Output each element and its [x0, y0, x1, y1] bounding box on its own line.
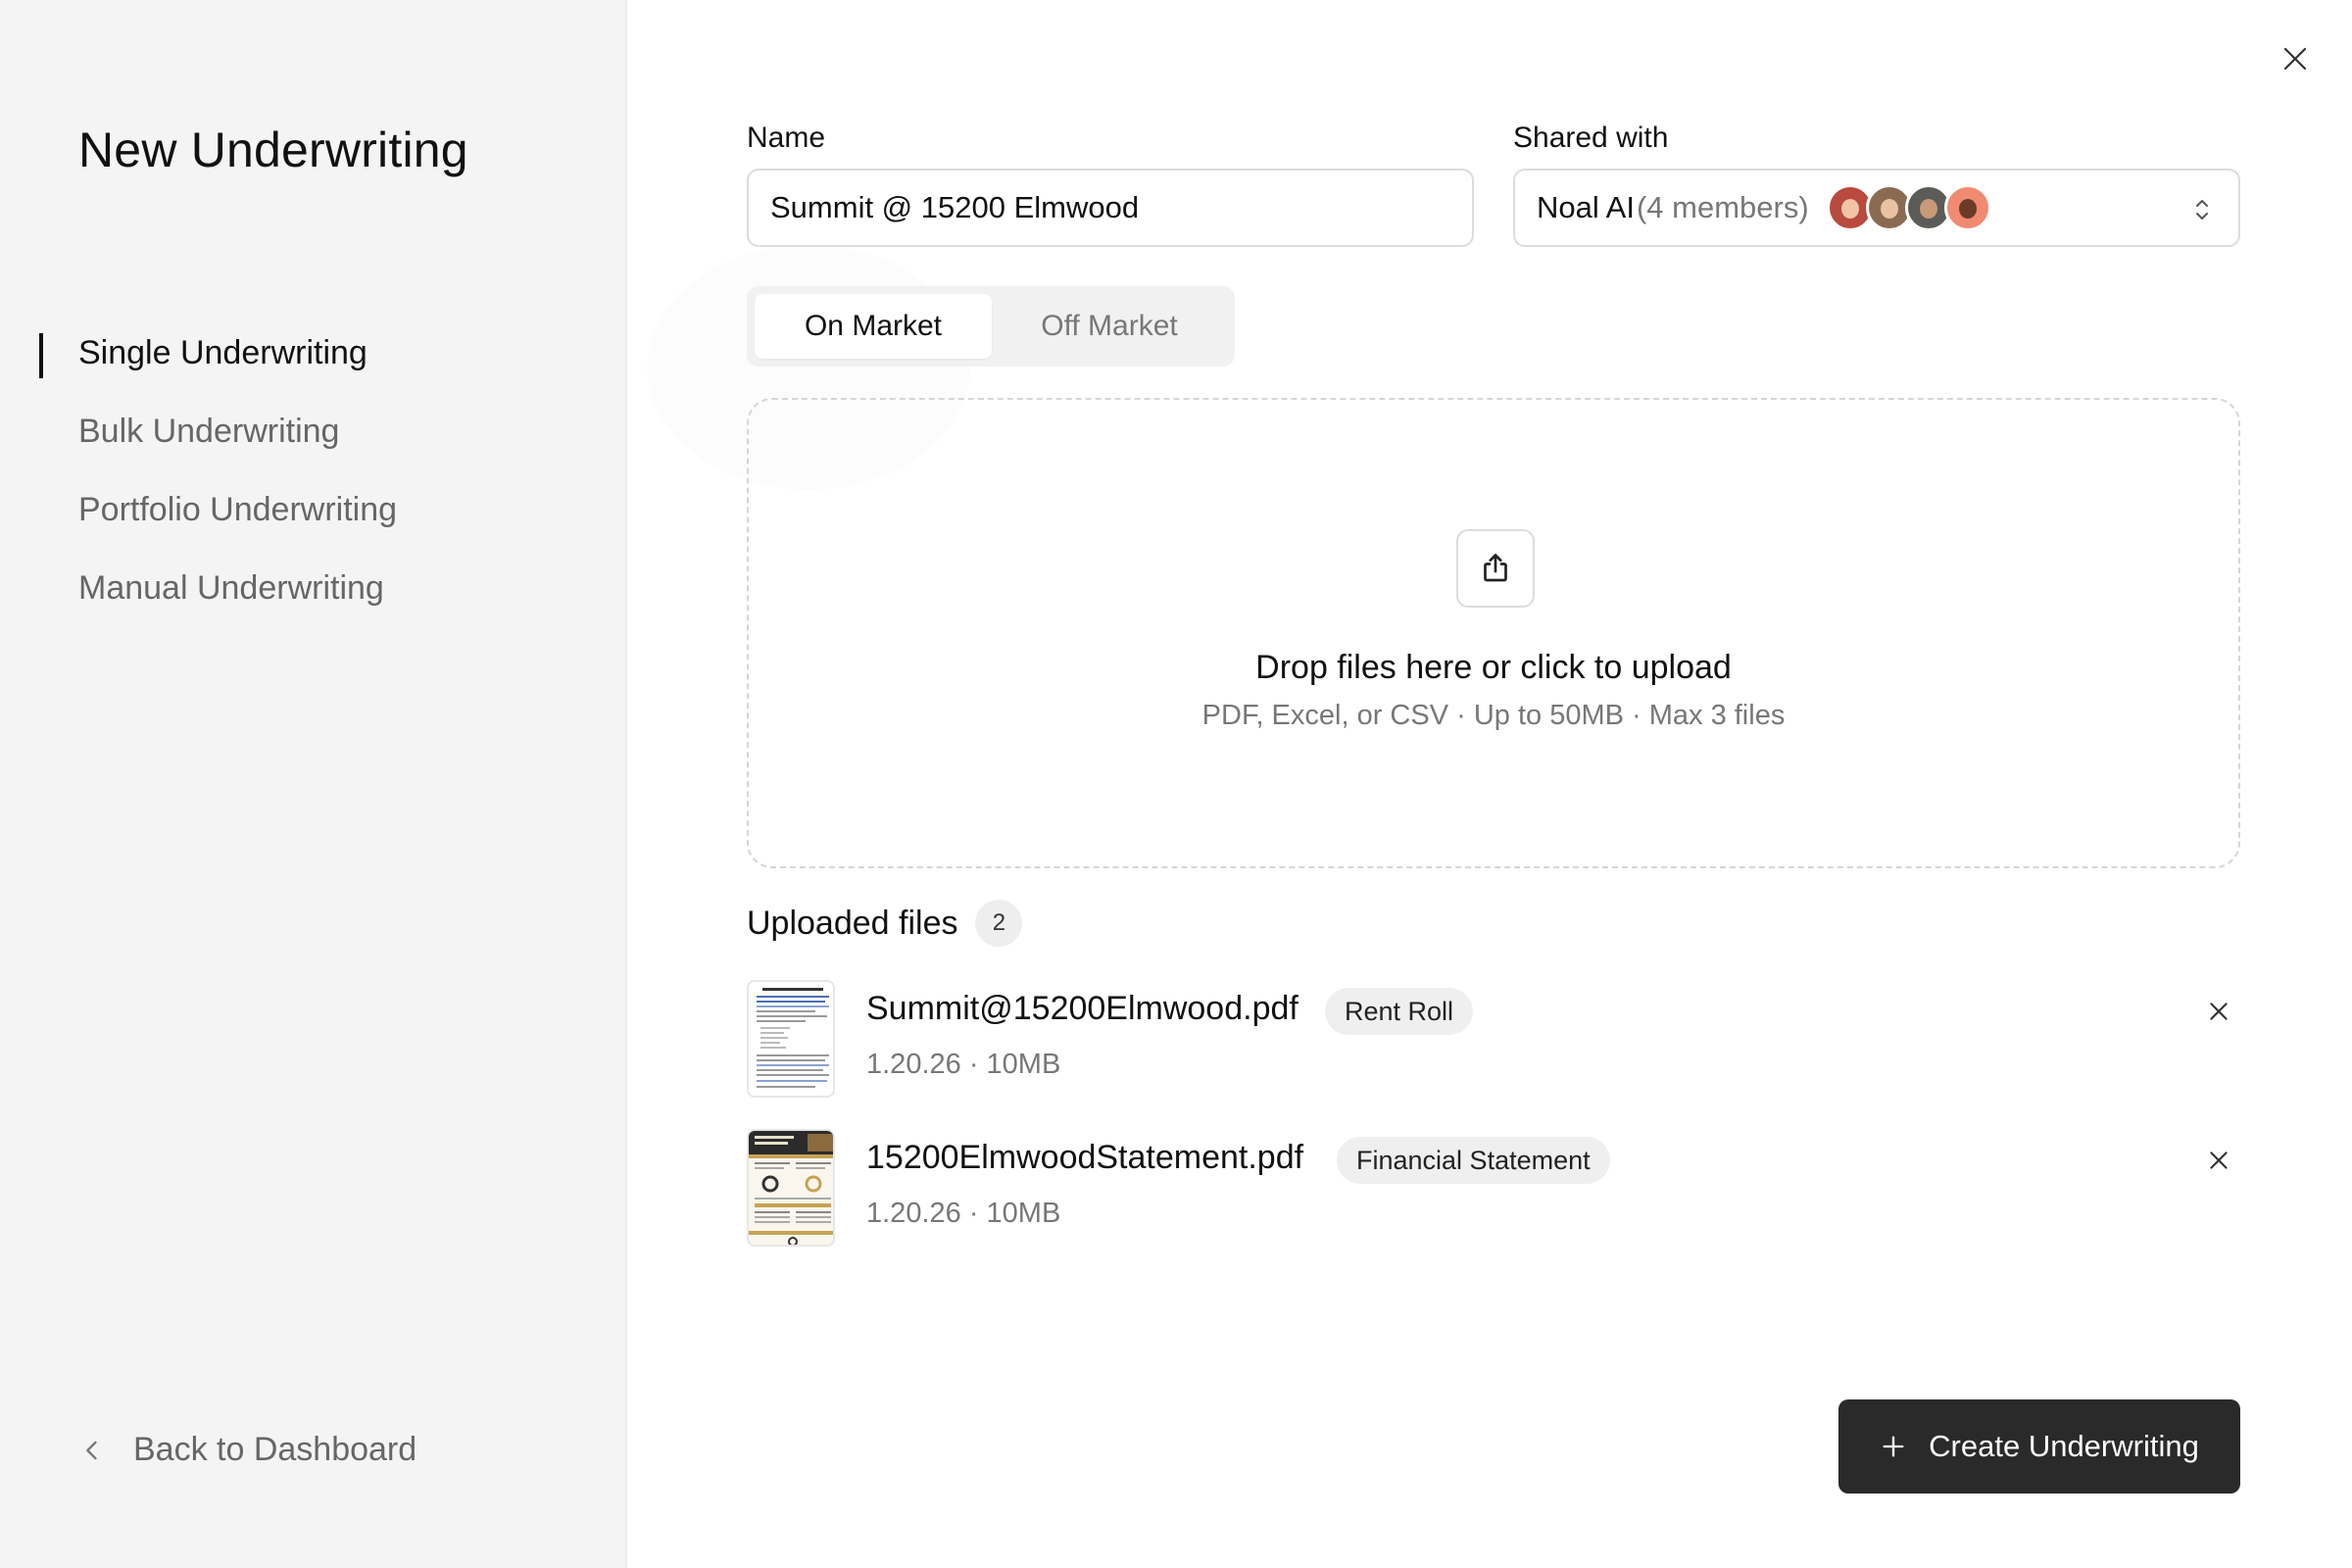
file-type-tag[interactable]: Rent Roll	[1325, 988, 1474, 1035]
underwriting-type-nav: Single Underwriting Bulk Underwriting Po…	[0, 314, 627, 627]
plus-icon	[1883, 1436, 1904, 1457]
chevron-left-icon	[86, 1441, 97, 1459]
member-avatars	[1826, 184, 1991, 231]
remove-file-button[interactable]	[2205, 1147, 2232, 1174]
create-underwriting-button[interactable]: Create Underwriting	[1838, 1399, 2240, 1494]
file-dropzone[interactable]: Drop files here or click to upload PDF, …	[747, 398, 2240, 868]
close-icon	[2210, 1003, 2228, 1020]
dropzone-subtitle: PDF, Excel, or CSV · Up to 50MB · Max 3 …	[1201, 700, 1786, 731]
avatar	[1943, 184, 1991, 231]
uploaded-files-title: Uploaded files	[747, 904, 958, 942]
name-input[interactable]	[747, 169, 1474, 247]
file-meta: 1.20.26 · 10MB	[866, 1049, 1061, 1080]
upload-button[interactable]	[1456, 529, 1535, 608]
upload-icon	[1484, 554, 1507, 582]
back-to-dashboard-link[interactable]: Back to Dashboard	[78, 1431, 416, 1469]
file-name: 15200ElmwoodStatement.pdf	[866, 1139, 1304, 1176]
chevron-up-down-icon	[2196, 200, 2208, 220]
dropzone-title: Drop files here or click to upload	[1255, 649, 1732, 686]
sidebar-item-manual-underwriting[interactable]: Manual Underwriting	[0, 549, 627, 627]
file-meta: 1.20.26 · 10MB	[866, 1198, 1061, 1229]
file-type-tag[interactable]: Financial Statement	[1337, 1137, 1610, 1184]
close-button[interactable]	[2276, 39, 2315, 78]
uploaded-files-header: Uploaded files 2	[747, 900, 1023, 947]
back-to-dashboard-label: Back to Dashboard	[133, 1431, 417, 1468]
market-toggle: On Market Off Market	[747, 286, 1235, 367]
file-name: Summit@15200Elmwood.pdf	[866, 990, 1298, 1027]
file-thumbnail	[747, 980, 835, 1098]
file-thumbnail	[747, 1129, 835, 1247]
uploaded-files-count-badge: 2	[975, 900, 1023, 947]
tab-on-market[interactable]: On Market	[755, 294, 992, 359]
create-underwriting-label: Create Underwriting	[1929, 1429, 2199, 1463]
name-label: Name	[747, 122, 826, 154]
shared-member-count: (4 members)	[1636, 190, 1809, 224]
tab-off-market[interactable]: Off Market	[992, 294, 1227, 359]
shared-with-select[interactable]: Noal AI (4 members)	[1513, 169, 2240, 247]
sidebar: New Underwriting Single Underwriting Bul…	[0, 0, 627, 1568]
file-list-item: 15200ElmwoodStatement.pdf Financial Stat…	[747, 1129, 2240, 1249]
close-icon	[2210, 1152, 2228, 1169]
shared-with-label: Shared with	[1513, 122, 1669, 154]
shared-team-name: Noal AI	[1537, 190, 1635, 224]
close-icon	[2283, 47, 2307, 71]
sidebar-item-bulk-underwriting[interactable]: Bulk Underwriting	[0, 392, 627, 470]
file-list-item: Summit@15200Elmwood.pdf Rent Roll 1.20.2…	[747, 980, 2240, 1100]
sidebar-item-single-underwriting[interactable]: Single Underwriting	[0, 314, 627, 392]
sidebar-item-portfolio-underwriting[interactable]: Portfolio Underwriting	[0, 470, 627, 549]
remove-file-button[interactable]	[2205, 998, 2232, 1025]
page-title: New Underwriting	[78, 122, 468, 177]
